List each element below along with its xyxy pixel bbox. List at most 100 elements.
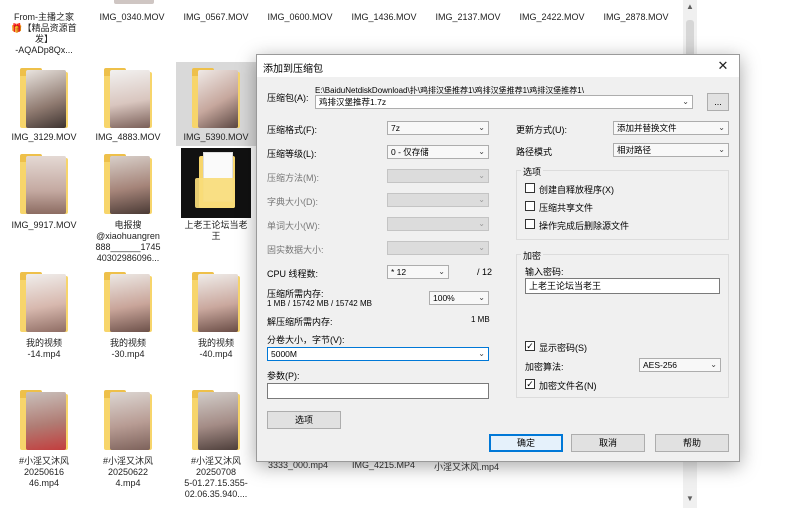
update-mode-select[interactable]: 添加并替换文件 ⌄	[613, 121, 729, 135]
file-tile[interactable]: IMG_2878.MOV	[596, 0, 676, 26]
ok-button[interactable]: 确定	[489, 434, 563, 452]
cancel-button[interactable]: 取消	[571, 434, 645, 452]
shared-files-label[interactable]: 压缩共享文件	[539, 201, 593, 214]
video-thumbnail	[14, 66, 74, 132]
file-tile[interactable]: IMG_3129.MOV	[4, 62, 84, 146]
solid-size-label: 固实数据大小:	[267, 245, 324, 255]
file-name: IMG_0567.MOV	[183, 12, 249, 22]
video-thumbnail	[98, 152, 158, 218]
archive-name-combo[interactable]: 鸡排汉堡推荐1.7z ⌄	[315, 95, 693, 109]
shared-files-checkbox[interactable]	[525, 201, 535, 211]
chevron-down-icon: ⌄	[478, 219, 485, 228]
file-tile[interactable]: IMG_4883.MOV	[88, 62, 168, 146]
dictionary-select: ⌄	[387, 193, 489, 207]
file-tile[interactable]: IMG_0340.MOV	[92, 0, 172, 26]
close-icon[interactable]: ✕	[711, 56, 735, 76]
file-name: IMG_1436.MOV	[351, 12, 417, 22]
dialog-title-bar[interactable]: 添加到压缩包 ✕	[257, 55, 739, 77]
memory-percent-select[interactable]: 100% ⌄	[429, 291, 489, 305]
video-thumbnail	[14, 388, 74, 454]
encryption-method-select[interactable]: AES-256 ⌄	[639, 358, 721, 372]
delete-after-checkbox[interactable]	[525, 219, 535, 229]
sfx-label[interactable]: 创建自释放程序(X)	[539, 183, 614, 196]
file-tile[interactable]: IMG_2137.MOV	[428, 0, 508, 26]
format-label: 压缩格式(F):	[267, 125, 317, 135]
sfx-checkbox[interactable]	[525, 183, 535, 193]
file-name: #小淫又沐风 20250616 46.mp4	[18, 456, 69, 488]
file-tile[interactable]: 我的视频 -14.mp4	[4, 266, 84, 362]
video-thumbnail	[14, 152, 74, 218]
file-tile[interactable]: IMG_1436.MOV	[344, 0, 424, 26]
chevron-down-icon: ⌄	[478, 195, 485, 204]
encrypt-names-label[interactable]: 加密文件名(N)	[539, 379, 597, 392]
file-name: IMG_0340.MOV	[99, 12, 165, 22]
threads-label: CPU 线程数:	[267, 269, 319, 279]
file-tile[interactable]: #小淫又沐风 20250616 46.mp4	[4, 386, 84, 496]
file-tile[interactable]: 我的视频 -30.mp4	[88, 266, 168, 362]
chevron-down-icon: ⌄	[478, 171, 485, 180]
folder-tile[interactable]: 上老王论坛当老 王	[176, 148, 256, 241]
archive-label: 压缩包(A):	[267, 93, 309, 103]
path-mode-label: 路径模式	[516, 147, 553, 157]
split-size-label: 分卷大小，字节(V):	[267, 335, 345, 345]
format-value: 7z	[391, 123, 400, 133]
file-name: IMG_5390.MOV	[183, 132, 249, 142]
chevron-down-icon: ⌄	[438, 267, 445, 276]
scroll-up-icon[interactable]: ▲	[685, 2, 695, 12]
file-tile[interactable]: 电报搜 @xiaohuangren 888______1745 40302986…	[88, 148, 168, 266]
encrypt-names-checkbox[interactable]: ✓	[525, 379, 535, 389]
chevron-down-icon: ⌄	[718, 123, 725, 132]
file-tile[interactable]: #小淫又沐风 20250622 4.mp4	[88, 386, 168, 496]
video-thumbnail	[14, 270, 74, 336]
solid-size-select: ⌄	[387, 241, 489, 255]
file-tile[interactable]: IMG_0567.MOV	[176, 0, 256, 26]
show-password-label[interactable]: 显示密码(S)	[539, 341, 587, 354]
help-button[interactable]: 帮助	[655, 434, 729, 452]
file-tile[interactable]: 我的视频 -40.mp4	[176, 266, 256, 362]
file-tile[interactable]: IMG_5390.MOV	[176, 62, 256, 146]
file-name: IMG_2878.MOV	[603, 12, 669, 22]
encryption-group-title: 加密	[521, 249, 544, 262]
file-tile[interactable]: IMG_2422.MOV	[512, 0, 592, 26]
update-mode-label: 更新方式(U):	[516, 125, 567, 135]
compress-memory-detail: 1 MB / 15742 MB / 15742 MB	[267, 299, 372, 308]
chevron-down-icon: ⌄	[478, 243, 485, 252]
path-mode-value: 相对路径	[617, 145, 652, 155]
format-select[interactable]: 7z ⌄	[387, 121, 489, 135]
word-size-label: 单词大小(W):	[267, 221, 320, 231]
file-name: From-主播之家 🎁【精品资源首发】 -AQADp8Qx...	[11, 12, 77, 55]
file-name: IMG_2137.MOV	[435, 12, 501, 22]
split-size-combo[interactable]: 5000M ⌄	[267, 347, 489, 361]
memory-percent-value: 100%	[433, 293, 455, 303]
show-password-checkbox[interactable]: ✓	[525, 341, 535, 351]
file-tile[interactable]: #小淫又沐风 20250708 5-01.27.15.355- 02.06.35…	[176, 386, 256, 506]
video-thumbnail	[98, 66, 158, 132]
level-select[interactable]: 0 - 仅存储 ⌄	[387, 145, 489, 159]
file-tile[interactable]: IMG_9917.MOV	[4, 148, 84, 232]
file-name: 我的视频 -14.mp4	[25, 338, 62, 359]
params-input[interactable]	[267, 383, 489, 399]
options-button[interactable]: 选项	[267, 411, 341, 429]
file-tile[interactable]: IMG_0600.MOV	[260, 0, 340, 26]
file-name: IMG_0600.MOV	[267, 12, 333, 22]
password-input[interactable]: 上老王论坛当老王	[525, 278, 720, 294]
file-name: 电报搜 @xiaohuangren 888______1745 40302986…	[95, 220, 161, 263]
video-thumbnail	[98, 388, 158, 454]
threads-select[interactable]: * 12 ⌄	[387, 265, 449, 279]
chevron-down-icon: ⌄	[682, 97, 689, 106]
encryption-method-label: 加密算法:	[525, 362, 564, 372]
folder-icon	[181, 148, 251, 218]
add-to-archive-dialog: 添加到压缩包 ✕ 压缩包(A): E:\BaiduNetdiskDownload…	[256, 54, 740, 462]
delete-after-label[interactable]: 操作完成后删除源文件	[539, 219, 629, 232]
decompress-memory-label: 解压缩所需内存:	[267, 317, 333, 327]
file-name: 我的视频 -30.mp4	[109, 338, 146, 359]
options-group-title: 选项	[521, 165, 544, 178]
path-mode-select[interactable]: 相对路径 ⌄	[613, 143, 729, 157]
threads-value: * 12	[391, 267, 407, 277]
file-name: IMG_4883.MOV	[95, 132, 161, 142]
encryption-method-value: AES-256	[643, 360, 678, 370]
scroll-down-icon[interactable]: ▼	[685, 494, 695, 504]
browse-button[interactable]: ...	[707, 93, 729, 111]
dictionary-label: 字典大小(D):	[267, 197, 318, 207]
file-tile[interactable]: From-主播之家 🎁【精品资源首发】 -AQADp8Qx...	[4, 0, 84, 62]
